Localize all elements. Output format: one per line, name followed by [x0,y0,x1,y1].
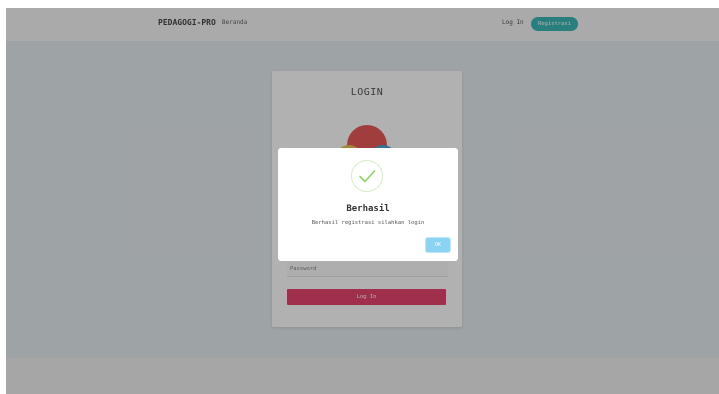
checkmark-success-icon [351,160,383,192]
dialog-title: Berhasil [346,204,390,214]
success-dialog: Berhasil Berhasil registrasi silahkan lo… [278,148,458,261]
page-frame: PEDAGOGI-PRO Beranda Log In Registrasi L… [6,8,719,394]
ok-button[interactable]: OK [426,238,450,252]
dialog-message: Berhasil registrasi silahkan login [311,220,425,226]
